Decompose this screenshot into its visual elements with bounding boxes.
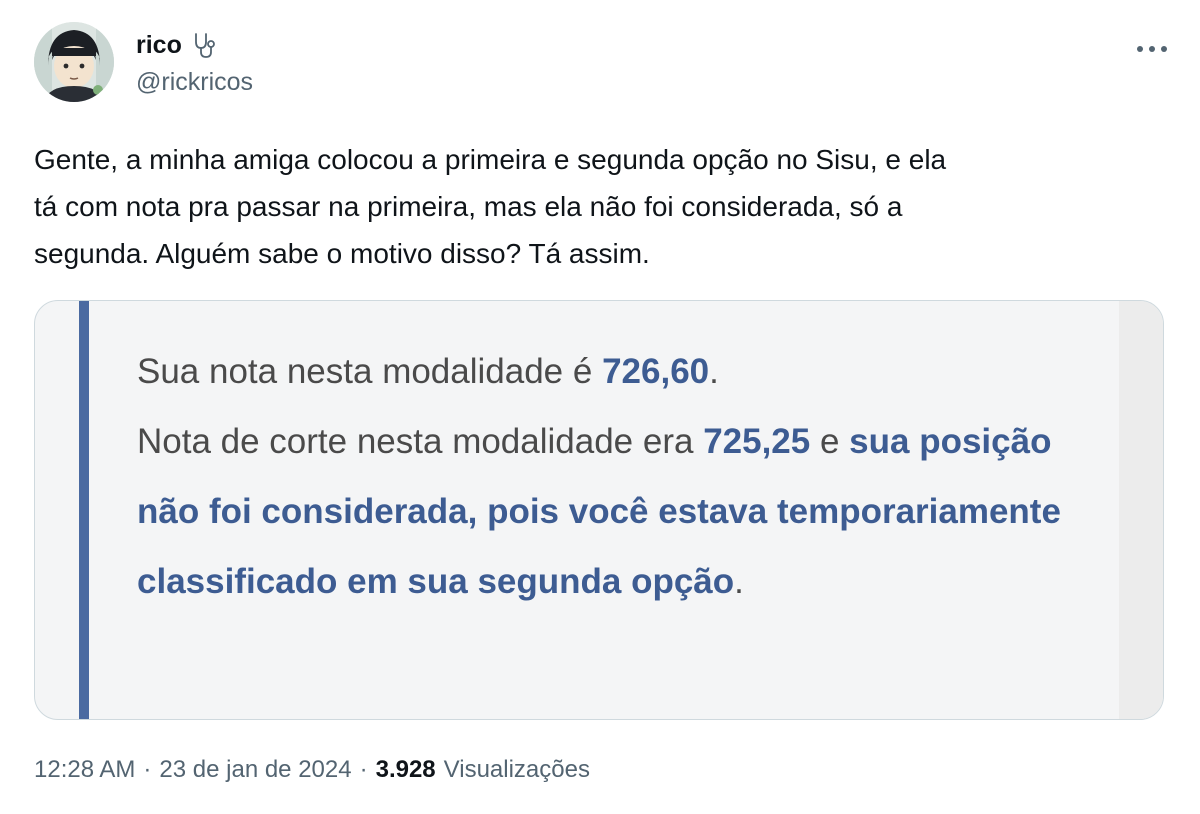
tweet-date[interactable]: 23 de jan de 2024 — [159, 756, 351, 784]
tweet-media-image[interactable]: Sua nota nesta modalidade é 726,60. Nota… — [34, 300, 1164, 720]
cutoff-connector: e — [810, 422, 850, 461]
media-edge-strip — [1119, 301, 1163, 719]
views-count: 3.928 — [375, 756, 436, 783]
stethoscope-icon — [190, 30, 220, 60]
tweet-time[interactable]: 12:28 AM — [34, 756, 135, 784]
author-handle[interactable]: @rickricos — [136, 68, 253, 97]
meta-separator: · — [143, 756, 152, 783]
tweet-metadata: 12:28 AM · 23 de jan de 2024 · 3.928 Vis… — [34, 756, 590, 784]
media-accent-bar — [79, 301, 89, 719]
score-value: 726,60 — [602, 352, 710, 391]
cutoff-line: Nota de corte nesta modalidade era 725,2… — [137, 407, 1097, 617]
cutoff-label: Nota de corte nesta modalidade era — [137, 422, 704, 461]
position-notice-suffix: . — [734, 562, 744, 601]
media-text-content: Sua nota nesta modalidade é 726,60. Nota… — [137, 337, 1097, 617]
more-options-button[interactable] — [1130, 34, 1174, 64]
views-label: Visualizações — [443, 756, 590, 783]
cutoff-value: 725,25 — [703, 422, 811, 461]
score-suffix: . — [709, 352, 719, 391]
avatar-image — [34, 22, 114, 102]
tweet-text: Gente, a minha amiga colocou a primeira … — [34, 144, 947, 269]
tweet-header: rico @rickricos — [34, 22, 1174, 106]
score-label: Sua nota nesta modalidade é — [137, 352, 603, 391]
score-line: Sua nota nesta modalidade é 726,60. — [137, 337, 1097, 407]
author-display-name[interactable]: rico — [136, 28, 253, 62]
author-info: rico @rickricos — [136, 28, 253, 97]
display-name-text: rico — [136, 30, 182, 59]
meta-separator-2: · — [359, 756, 368, 783]
more-horizontal-icon — [1137, 46, 1167, 52]
avatar[interactable] — [34, 22, 114, 102]
tweet: rico @rickricos Gente, a minha amiga col… — [0, 0, 1200, 814]
